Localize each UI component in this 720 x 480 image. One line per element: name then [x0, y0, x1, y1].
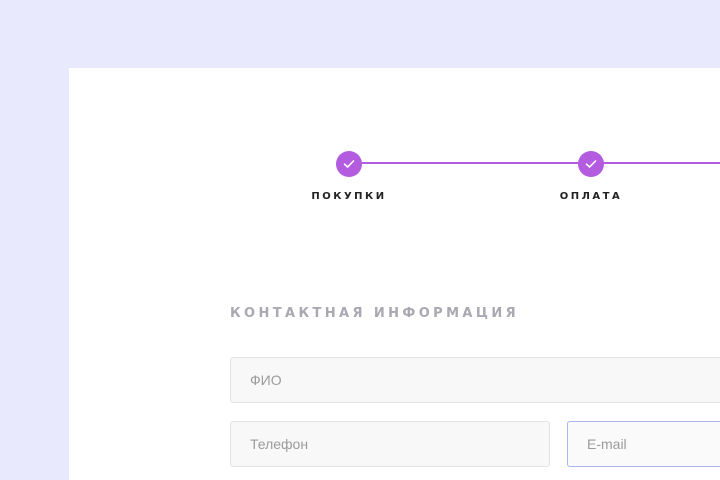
step-purchases-indicator[interactable]: [336, 151, 362, 177]
stepper-connector: [591, 162, 720, 164]
checkout-card: ПОКУПКИ ОПЛАТА КОНТАКТНАЯ ИНФОРМАЦИЯ: [69, 68, 720, 480]
phone-input[interactable]: [230, 421, 550, 467]
contact-info-heading: КОНТАКТНАЯ ИНФОРМАЦИЯ: [230, 306, 520, 321]
step-payment-indicator[interactable]: [578, 151, 604, 177]
step-payment-label: ОПЛАТА: [559, 191, 623, 202]
email-input[interactable]: [567, 421, 720, 467]
step-purchases-label: ПОКУПКИ: [311, 191, 387, 202]
check-icon: [343, 159, 355, 169]
stepper-connector: [349, 162, 591, 164]
check-icon: [585, 159, 597, 169]
fio-input[interactable]: [230, 357, 720, 403]
